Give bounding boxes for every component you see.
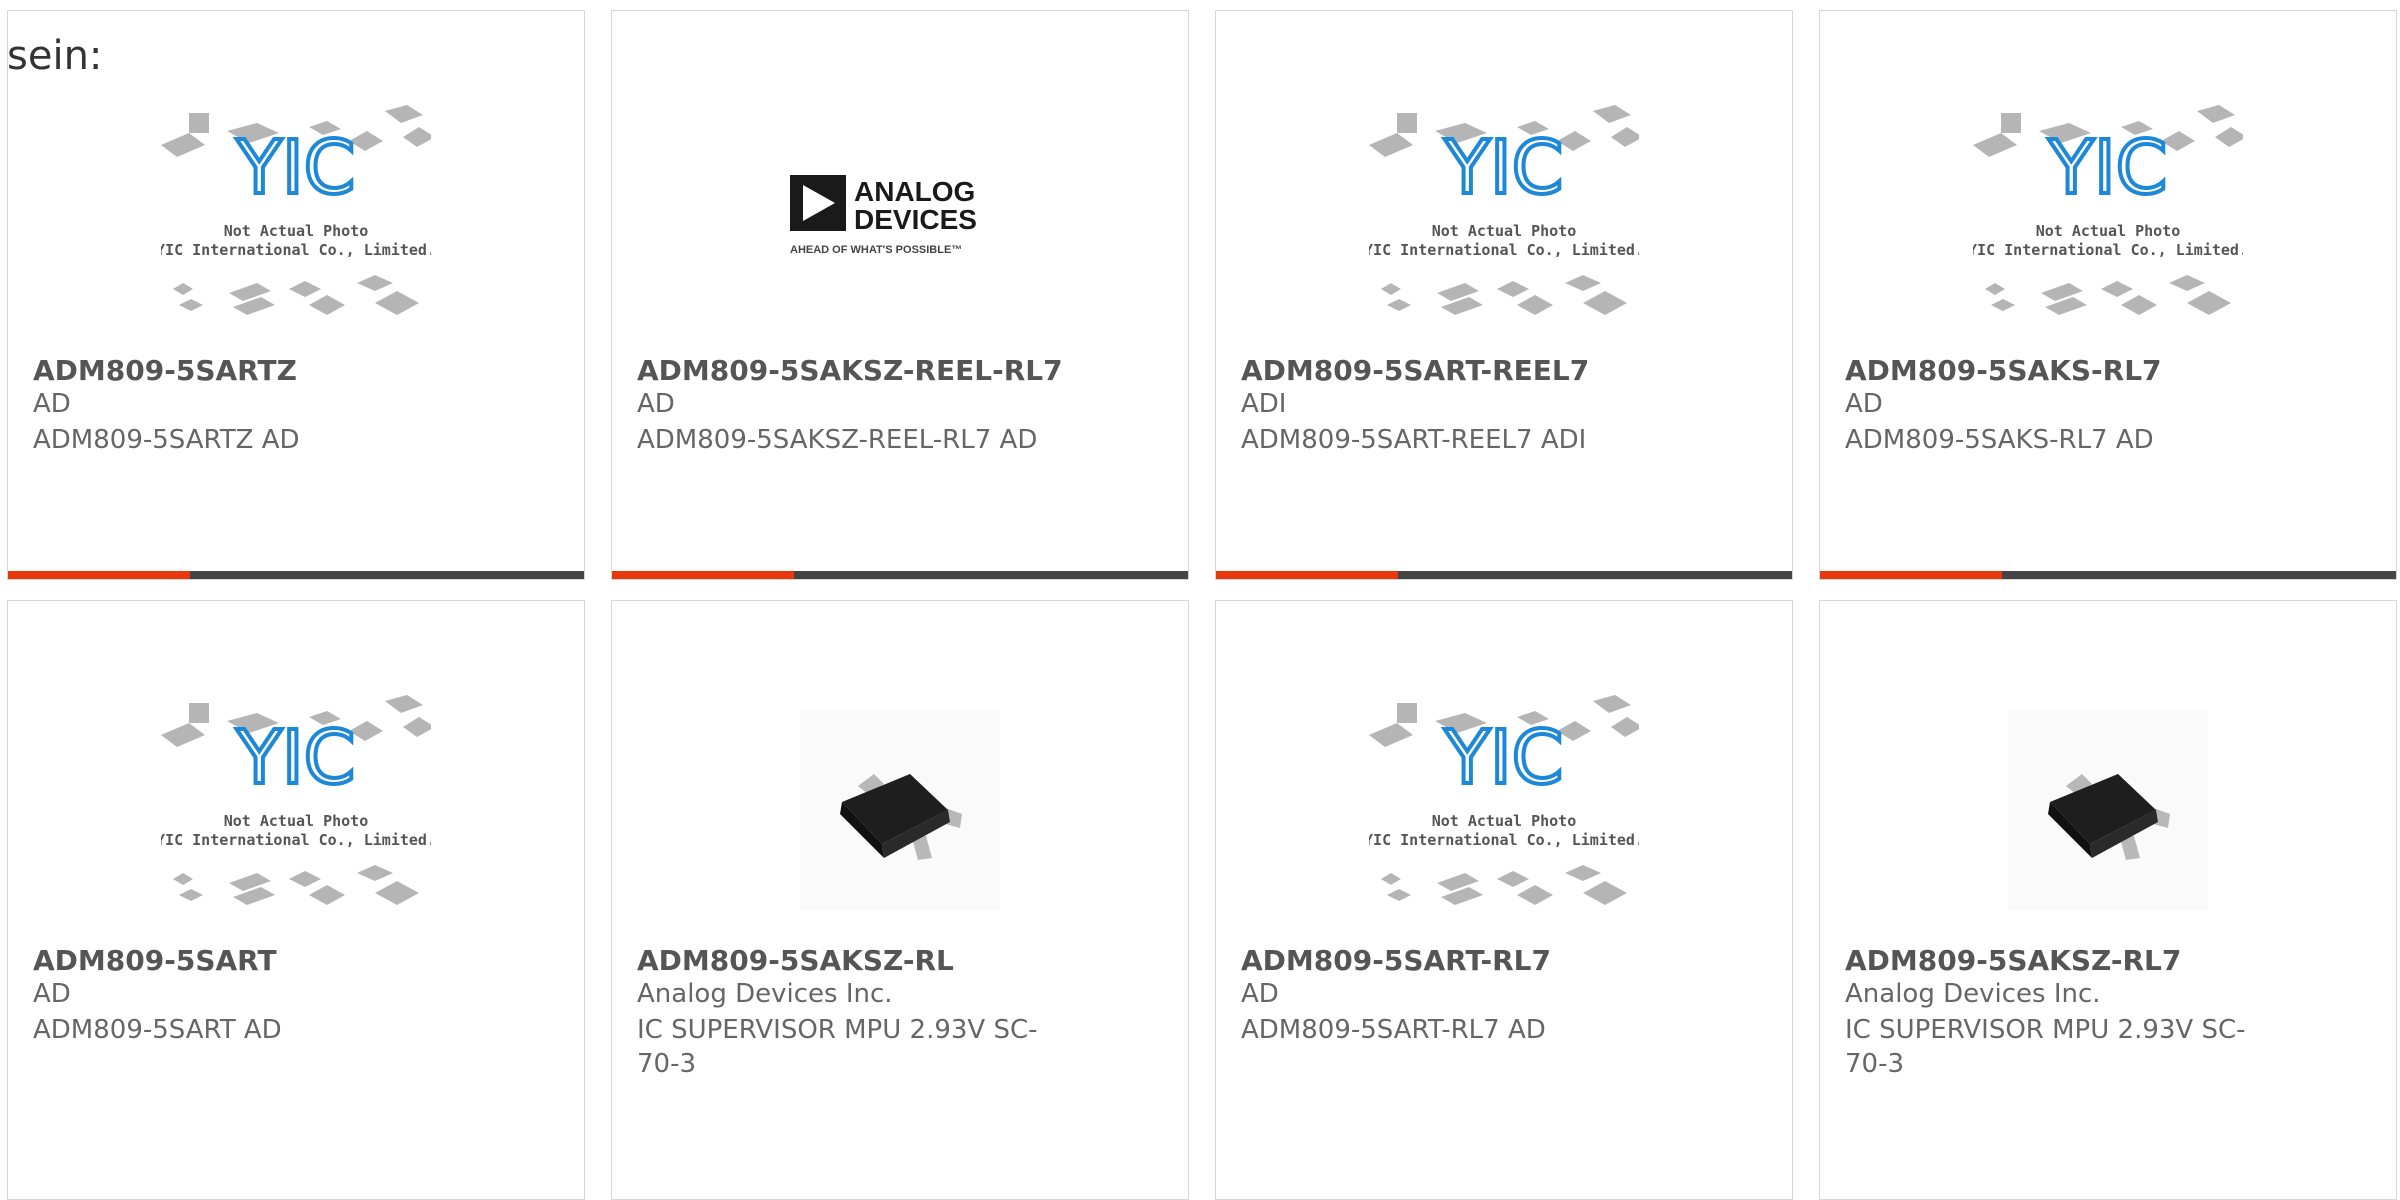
- product-manufacturer: AD: [33, 979, 71, 1009]
- product-card[interactable]: YIC Not Actual Photo YIC International C…: [1215, 600, 1793, 1200]
- yic-company-label: YIC International Co., Limited.: [1369, 241, 1639, 259]
- yic-company-label: YIC International Co., Limited.: [1369, 831, 1639, 849]
- sc70-chip-photo: [2008, 710, 2208, 910]
- yic-company-label: YIC International Co., Limited.: [1973, 241, 2243, 259]
- product-card[interactable]: ANALOG DEVICES AHEAD OF WHAT'S POSSIBLE™…: [611, 10, 1189, 580]
- product-manufacturer: ADI: [1241, 389, 1287, 419]
- product-card[interactable]: YIC Not Actual Photo YIC International C…: [7, 10, 585, 580]
- card-footer-accent: [1216, 571, 1398, 579]
- card-footer-bar: [8, 571, 584, 579]
- sc70-chip-photo: [800, 710, 1000, 910]
- not-actual-photo-label: Not Actual Photo: [2036, 222, 2181, 240]
- product-image[interactable]: [612, 683, 1188, 937]
- card-footer-bar: [612, 571, 1188, 579]
- not-actual-photo-label: Not Actual Photo: [224, 222, 369, 240]
- product-name[interactable]: ADM809-5SARTZ: [33, 354, 297, 387]
- product-image[interactable]: YIC Not Actual Photo YIC International C…: [8, 683, 584, 937]
- product-image[interactable]: YIC Not Actual Photo YIC International C…: [8, 93, 584, 347]
- product-description: ADM809-5SART AD: [33, 1015, 282, 1045]
- product-description: IC SUPERVISOR MPU 2.93V SC-70-3: [1845, 1015, 2246, 1079]
- product-manufacturer: AD: [637, 389, 675, 419]
- product-card[interactable]: YIC Not Actual Photo YIC International C…: [1215, 10, 1793, 580]
- adi-logo-tagline: AHEAD OF WHAT'S POSSIBLE™: [790, 244, 962, 256]
- product-name[interactable]: ADM809-5SAKS-RL7: [1845, 354, 2162, 387]
- card-footer-bar: [1216, 571, 1792, 579]
- adi-logo-line2: DEVICES: [854, 204, 977, 235]
- product-card[interactable]: ADM809-5SAKSZ-RL Analog Devices Inc. IC …: [611, 600, 1189, 1200]
- product-card[interactable]: YIC Not Actual Photo YIC International C…: [1819, 10, 2397, 580]
- product-grid: YIC Not Actual Photo YIC International C…: [0, 0, 2400, 1200]
- product-name[interactable]: ADM809-5SART: [33, 944, 277, 977]
- product-description: ADM809-5SAKSZ-REEL-RL7 AD: [637, 425, 1038, 455]
- yic-logo: YIC: [1444, 715, 1564, 801]
- product-image[interactable]: ANALOG DEVICES AHEAD OF WHAT'S POSSIBLE™: [612, 93, 1188, 347]
- product-name[interactable]: ADM809-5SART-RL7: [1241, 944, 1551, 977]
- not-actual-photo-label: Not Actual Photo: [1432, 812, 1577, 830]
- product-manufacturer: AD: [33, 389, 71, 419]
- product-image[interactable]: [1820, 683, 2396, 937]
- yic-placeholder-image: YIC Not Actual Photo YIC International C…: [161, 105, 431, 315]
- adi-logo-line1: ANALOG: [854, 176, 975, 207]
- product-manufacturer: AD: [1241, 979, 1279, 1009]
- card-footer-accent: [8, 571, 190, 579]
- yic-placeholder-image: YIC Not Actual Photo YIC International C…: [1369, 695, 1639, 905]
- product-card[interactable]: YIC Not Actual Photo YIC International C…: [7, 600, 585, 1200]
- product-image[interactable]: YIC Not Actual Photo YIC International C…: [1820, 93, 2396, 347]
- product-name[interactable]: ADM809-5SART-REEL7: [1241, 354, 1589, 387]
- product-name[interactable]: ADM809-5SAKSZ-RL7: [1845, 944, 2181, 977]
- not-actual-photo-label: Not Actual Photo: [224, 812, 369, 830]
- card-footer-accent: [612, 571, 794, 579]
- product-description: IC SUPERVISOR MPU 2.93V SC-70-3: [637, 1015, 1038, 1079]
- yic-placeholder-image: YIC Not Actual Photo YIC International C…: [161, 695, 431, 905]
- product-description: ADM809-5SAKS-RL7 AD: [1845, 425, 2154, 455]
- yic-placeholder-image: YIC Not Actual Photo YIC International C…: [1973, 105, 2243, 315]
- product-description: ADM809-5SART-RL7 AD: [1241, 1015, 1546, 1045]
- product-name[interactable]: ADM809-5SAKSZ-RL: [637, 944, 954, 977]
- product-description: ADM809-5SART-REEL7 ADI: [1241, 425, 1587, 455]
- yic-logo: YIC: [2048, 125, 2168, 211]
- product-manufacturer: AD: [1845, 389, 1883, 419]
- card-footer-accent: [1820, 571, 2002, 579]
- yic-company-label: YIC International Co., Limited.: [161, 831, 431, 849]
- yic-logo: YIC: [236, 715, 356, 801]
- product-image[interactable]: YIC Not Actual Photo YIC International C…: [1216, 683, 1792, 937]
- product-name[interactable]: ADM809-5SAKSZ-REEL-RL7: [637, 354, 1063, 387]
- yic-placeholder-image: YIC Not Actual Photo YIC International C…: [1369, 105, 1639, 315]
- product-card[interactable]: ADM809-5SAKSZ-RL7 Analog Devices Inc. IC…: [1819, 600, 2397, 1200]
- yic-logo: YIC: [1444, 125, 1564, 211]
- product-description: ADM809-5SARTZ AD: [33, 425, 300, 455]
- yic-logo: YIC: [236, 125, 356, 211]
- intro-text: sein:: [7, 33, 103, 79]
- analog-devices-logo: ANALOG DEVICES AHEAD OF WHAT'S POSSIBLE™: [790, 175, 977, 256]
- product-image[interactable]: YIC Not Actual Photo YIC International C…: [1216, 93, 1792, 347]
- product-manufacturer: Analog Devices Inc.: [637, 979, 893, 1009]
- product-manufacturer: Analog Devices Inc.: [1845, 979, 2101, 1009]
- not-actual-photo-label: Not Actual Photo: [1432, 222, 1577, 240]
- yic-company-label: YIC International Co., Limited.: [161, 241, 431, 259]
- card-footer-bar: [1820, 571, 2396, 579]
